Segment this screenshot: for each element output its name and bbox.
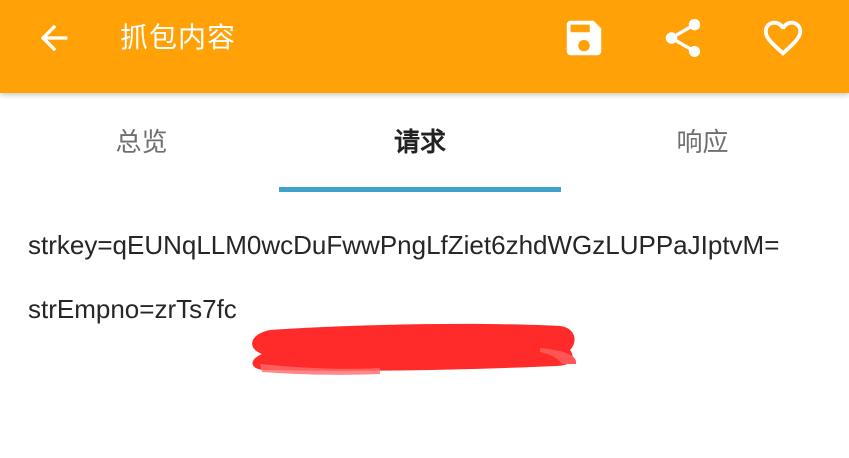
tab-bar: 总览 请求 响应 xyxy=(0,93,849,193)
favorite-button[interactable] xyxy=(745,0,820,75)
tab-request[interactable]: 请求 xyxy=(279,93,561,193)
arrow-left-icon xyxy=(40,24,67,51)
back-button[interactable] xyxy=(16,0,91,75)
page-title: 抓包内容 xyxy=(120,21,237,54)
app-bar: 抓包内容 xyxy=(0,0,849,93)
tab-response[interactable]: 响应 xyxy=(561,93,844,193)
save-button[interactable] xyxy=(546,0,621,75)
screen: 抓包内容 总览 请求 响应 strkey=qEUNqLLM0wcDuFwwPng… xyxy=(0,0,849,458)
request-param-strkey: strkey=qEUNqLLM0wcDuFwwPngLfZiet6zhdWGzL… xyxy=(28,230,780,260)
selected-tab-indicator xyxy=(279,187,561,192)
share-icon xyxy=(665,18,700,57)
floppy-disk-icon xyxy=(566,20,601,55)
share-button[interactable] xyxy=(645,0,720,75)
redaction-scribble xyxy=(252,323,577,375)
heart-outline-icon xyxy=(763,20,802,56)
tab-overview[interactable]: 总览 xyxy=(0,93,283,193)
